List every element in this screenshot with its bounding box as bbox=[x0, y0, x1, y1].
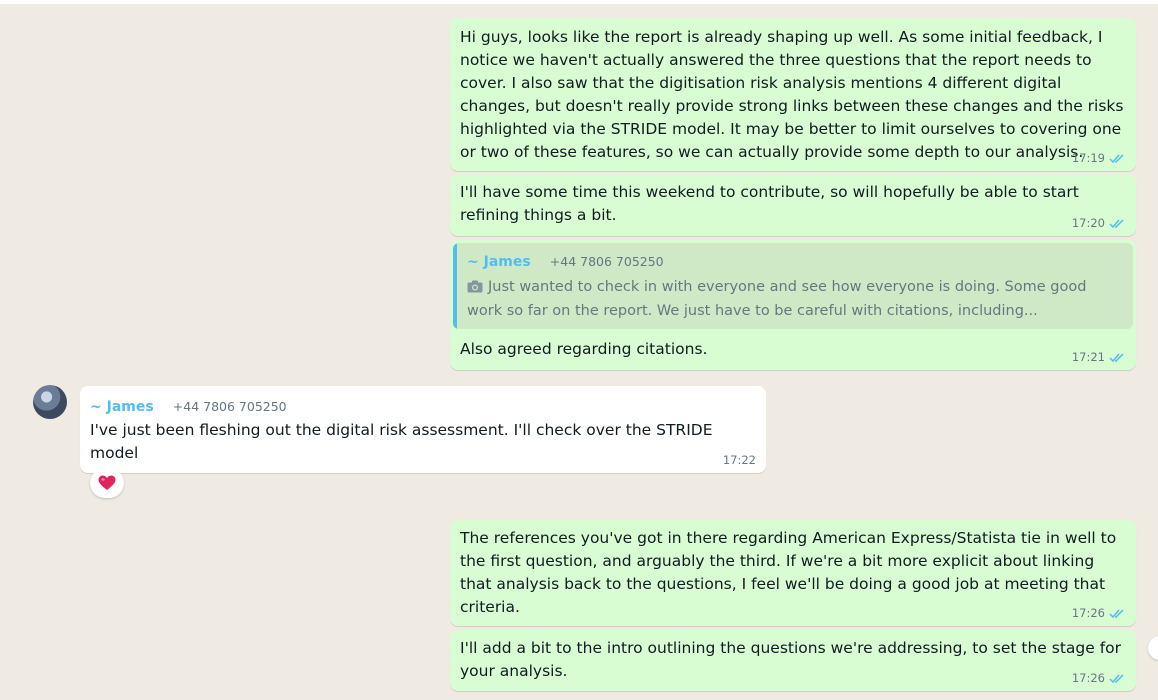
message-time: 17:19 bbox=[1071, 151, 1105, 165]
message-sender-header: ~ James +44 7806 705250 bbox=[90, 396, 287, 415]
outgoing-message[interactable]: The references you've got in there regar… bbox=[450, 520, 1136, 626]
message-time: 17:22 bbox=[722, 453, 756, 467]
camera-icon bbox=[467, 280, 483, 293]
message-text: Hi guys, looks like the report is alread… bbox=[460, 28, 1129, 161]
message-text: I've just been fleshing out the digital … bbox=[90, 421, 718, 462]
read-ticks-icon bbox=[1109, 153, 1124, 163]
message-meta: 17:19 bbox=[1072, 151, 1126, 165]
outgoing-message[interactable]: I'll have some time this weekend to cont… bbox=[450, 174, 1136, 236]
message-text: Also agreed regarding citations. bbox=[460, 340, 708, 358]
incoming-message[interactable]: ~ James +44 7806 705250 I've just been f… bbox=[80, 386, 766, 473]
sender-avatar[interactable] bbox=[33, 385, 67, 419]
message-time: 17:21 bbox=[1071, 350, 1105, 364]
read-ticks-icon bbox=[1109, 352, 1124, 362]
quote-sender-phone: +44 7806 705250 bbox=[549, 254, 664, 269]
quote-body: Just wanted to check in with everyone an… bbox=[467, 275, 1113, 323]
quote-header: ~ James +44 7806 705250 bbox=[467, 251, 664, 270]
quote-accent-bar bbox=[453, 243, 457, 329]
read-ticks-icon bbox=[1109, 218, 1124, 228]
message-meta: 17:22 bbox=[723, 453, 756, 467]
quote-sender-name: ~ James bbox=[467, 254, 531, 270]
quote-text: Just wanted to check in with everyone an… bbox=[467, 279, 1087, 319]
window-top-edge bbox=[0, 0, 1158, 4]
message-reaction[interactable] bbox=[90, 468, 124, 498]
message-text: The references you've got in there regar… bbox=[460, 529, 1122, 616]
outgoing-message[interactable]: I'll add a bit to the intro outlining th… bbox=[450, 630, 1136, 691]
message-meta: 17:26 bbox=[1072, 671, 1126, 685]
message-meta: 17:26 bbox=[1072, 606, 1126, 620]
scroll-down-button[interactable] bbox=[1148, 636, 1158, 660]
message-text: I'll add a bit to the intro outlining th… bbox=[460, 639, 1126, 680]
message-time: 17:26 bbox=[1071, 671, 1105, 685]
message-meta: 17:21 bbox=[1072, 350, 1126, 364]
message-time: 17:20 bbox=[1071, 216, 1105, 230]
sender-phone: +44 7806 705250 bbox=[172, 399, 287, 414]
quoted-message[interactable]: ~ James +44 7806 705250 Just wanted to c… bbox=[453, 243, 1133, 329]
read-ticks-icon bbox=[1109, 608, 1124, 618]
read-ticks-icon bbox=[1109, 673, 1124, 683]
heart-icon bbox=[98, 475, 116, 490]
message-meta: 17:20 bbox=[1072, 216, 1126, 230]
message-time: 17:26 bbox=[1071, 606, 1105, 620]
sender-name[interactable]: ~ James bbox=[90, 399, 154, 415]
message-text: I'll have some time this weekend to cont… bbox=[460, 183, 1084, 224]
outgoing-reply-message[interactable]: ~ James +44 7806 705250 Just wanted to c… bbox=[450, 240, 1136, 370]
outgoing-message[interactable]: Hi guys, looks like the report is alread… bbox=[450, 18, 1136, 171]
